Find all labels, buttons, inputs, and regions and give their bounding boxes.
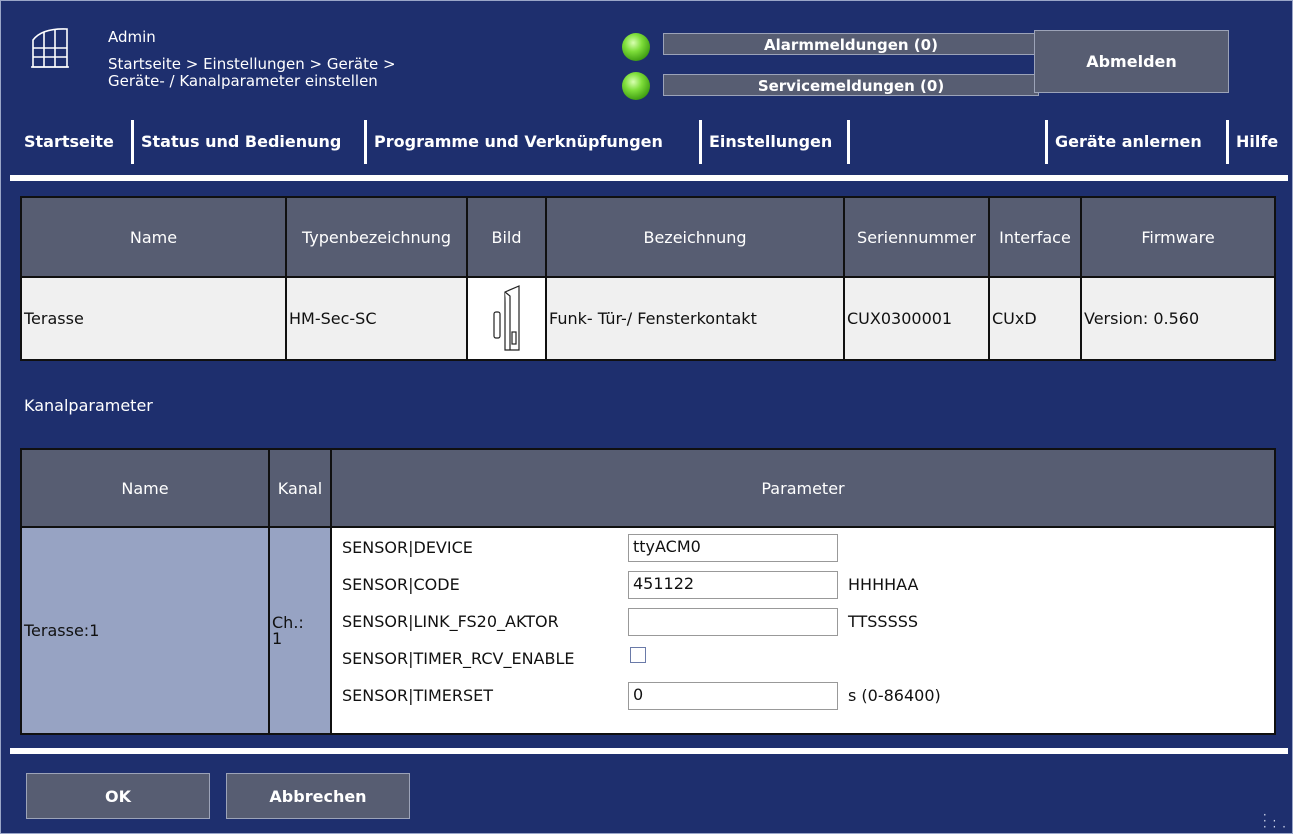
column-header: Kanal	[268, 448, 332, 528]
sensor-timer-rcv-enable-checkbox[interactable]	[630, 647, 646, 663]
table-row: Terasse:1 Ch.: 1 SENSOR|DEVICE SENSOR|CO…	[20, 526, 1276, 735]
sensor-device-input[interactable]	[633, 537, 833, 556]
nav-separator	[131, 120, 134, 164]
sensor-code-input[interactable]	[633, 574, 833, 593]
channel-parameter-table: Name Kanal Parameter Terasse:1 Ch.: 1 SE…	[20, 448, 1276, 735]
nav-separator	[1045, 120, 1048, 164]
service-messages-button[interactable]: Servicemeldungen (0)	[663, 74, 1039, 96]
alarm-messages-button[interactable]: Alarmmeldungen (0)	[663, 33, 1039, 55]
parameter-label: SENSOR|TIMERSET	[342, 686, 494, 705]
breadcrumb-line-2: Geräte- / Kanalparameter einstellen	[108, 72, 378, 90]
nav-teach-devices[interactable]: Geräte anlernen	[1055, 132, 1202, 151]
column-header: Name	[20, 448, 270, 528]
channel-table-header: Name Kanal Parameter	[20, 448, 1276, 528]
column-header: Name	[20, 196, 287, 278]
sensor-link-fs20-aktor-input[interactable]	[633, 611, 833, 630]
parameter-label: SENSOR|LINK_FS20_AKTOR	[342, 612, 559, 631]
nav-help[interactable]: Hilfe	[1236, 132, 1278, 151]
nav-status-and-control[interactable]: Status und Bedienung	[141, 132, 341, 151]
channel-number: Ch.: 1	[268, 526, 332, 735]
section-title-channel-parameters: Kanalparameter	[24, 396, 153, 415]
device-name: Terasse	[20, 276, 287, 361]
column-header: Seriennummer	[843, 196, 990, 278]
nav-home[interactable]: Startseite	[24, 132, 114, 151]
channel-name: Terasse:1	[20, 526, 270, 735]
footer-divider	[10, 748, 1288, 754]
parameter-label: SENSOR|CODE	[342, 575, 460, 594]
device-table: Name Typenbezeichnung Bild Bezeichnung S…	[20, 196, 1276, 361]
parameter-list: SENSOR|DEVICE SENSOR|CODE HHHHAA SENSOR|…	[333, 529, 1273, 731]
nav-separator	[364, 120, 367, 164]
main-navigation: Startseite Status und Bedienung Programm…	[0, 120, 1293, 170]
breadcrumb-line-1: Startseite > Einstellungen > Geräte >	[108, 55, 396, 73]
parameter-label: SENSOR|DEVICE	[342, 538, 473, 557]
column-header: Bezeichnung	[545, 196, 845, 278]
column-header: Interface	[988, 196, 1082, 278]
logout-button[interactable]: Abmelden	[1034, 30, 1229, 93]
device-description: Funk- Tür-/ Fensterkontakt	[545, 276, 845, 361]
nav-separator	[699, 120, 702, 164]
nav-separator	[1226, 120, 1229, 164]
logged-in-user: Admin	[108, 28, 156, 46]
device-firmware: Version: 0.560	[1080, 276, 1276, 361]
ok-button[interactable]: OK	[26, 773, 210, 819]
nav-separator	[847, 120, 850, 164]
resize-grip-icon[interactable]: · · · · · ·	[1263, 809, 1287, 833]
device-serial: CUX0300001	[843, 276, 990, 361]
device-type: HM-Sec-SC	[285, 276, 468, 361]
sensor-device-field[interactable]	[628, 534, 838, 562]
sensor-link-fs20-aktor-field[interactable]	[628, 608, 838, 636]
table-row: Terasse HM-Sec-SC Funk- Tür-/ Fensterkon…	[20, 276, 1276, 361]
sensor-timerset-field[interactable]	[628, 682, 838, 710]
sensor-timerset-input[interactable]	[633, 685, 833, 704]
device-image	[466, 276, 547, 361]
alarm-status-led-icon	[622, 33, 650, 61]
parameter-unit: HHHHAA	[848, 575, 919, 594]
homematic-logo-icon	[31, 28, 69, 68]
column-header: Bild	[466, 196, 547, 278]
channel-value: 1	[272, 628, 283, 648]
nav-programs-and-links[interactable]: Programme und Verknüpfungen	[374, 132, 663, 151]
parameter-unit: TTSSSSS	[848, 612, 919, 631]
cancel-button[interactable]: Abbrechen	[226, 773, 410, 819]
service-status-led-icon	[622, 72, 650, 100]
sensor-code-field[interactable]	[628, 571, 838, 599]
column-header: Parameter	[330, 448, 1276, 528]
parameter-unit: s (0-86400)	[848, 686, 941, 705]
door-window-contact-icon	[492, 284, 520, 351]
column-header: Typenbezeichnung	[285, 196, 468, 278]
header-divider	[10, 175, 1288, 181]
device-interface: CUxD	[988, 276, 1082, 361]
parameter-label: SENSOR|TIMER_RCV_ENABLE	[342, 649, 575, 668]
breadcrumb: Startseite > Einstellungen > Geräte > Ge…	[108, 56, 396, 90]
column-header: Firmware	[1080, 196, 1276, 278]
nav-settings[interactable]: Einstellungen	[709, 132, 832, 151]
device-table-header: Name Typenbezeichnung Bild Bezeichnung S…	[20, 196, 1276, 278]
parameter-cell: SENSOR|DEVICE SENSOR|CODE HHHHAA SENSOR|…	[330, 526, 1276, 735]
